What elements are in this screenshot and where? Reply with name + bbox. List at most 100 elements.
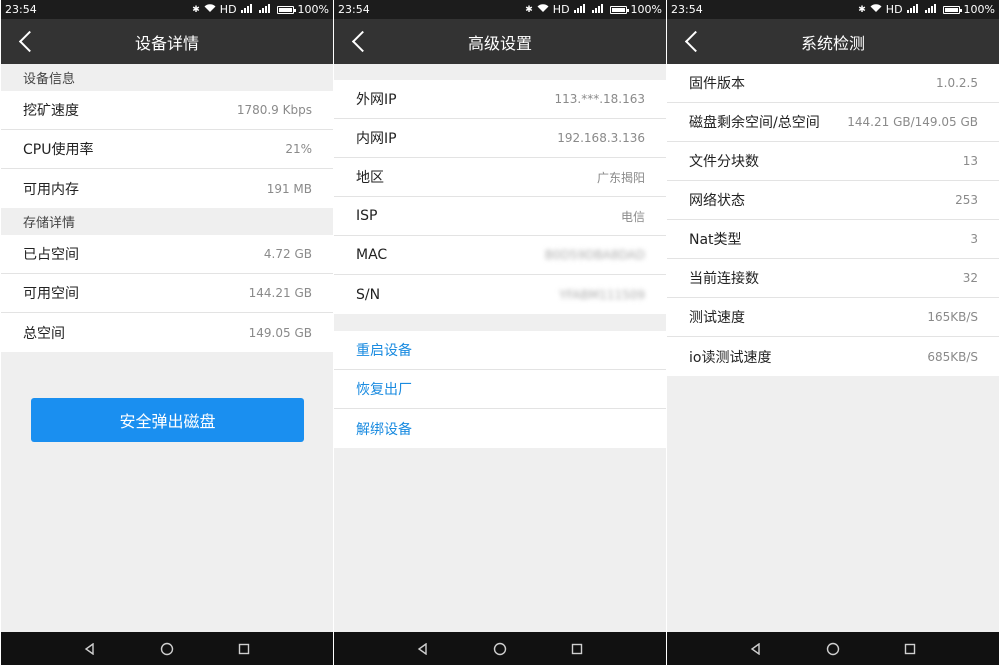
row-label: 总空间 — [23, 325, 65, 342]
section-header: 存储详情 — [1, 208, 333, 235]
unbind-device-button[interactable]: 解绑设备 — [334, 409, 666, 448]
back-arrow-icon[interactable] — [15, 29, 39, 53]
back-arrow-icon[interactable] — [348, 29, 372, 53]
row-value: 1.0.2.5 — [936, 76, 978, 90]
reboot-device-button[interactable]: 重启设备 — [334, 331, 666, 370]
row-value: 144.21 GB/149.05 GB — [847, 115, 978, 129]
battery-level: 100% — [630, 3, 662, 16]
network-info-list: 外网IP 113.***.18.163 内网IP 192.168.3.136 地… — [334, 80, 666, 314]
nav-home-icon[interactable] — [818, 637, 848, 661]
list-item: 磁盘剩余空间/总空间 144.21 GB/149.05 GB — [667, 103, 999, 142]
status-bar: 23:54 ✱ HD 100% — [667, 0, 999, 19]
list-item: S/N YFABM111509 — [334, 275, 666, 314]
nav-bar — [1, 632, 333, 665]
row-value: 144.21 GB — [248, 286, 312, 300]
nav-recent-icon[interactable] — [895, 637, 925, 661]
list-item: 已占空间 4.72 GB — [1, 235, 333, 274]
battery-level: 100% — [963, 3, 995, 16]
nav-home-icon[interactable] — [485, 637, 515, 661]
row-label: S/N — [356, 286, 381, 303]
row-value: 192.168.3.136 — [557, 131, 645, 145]
system-check-list: 固件版本 1.0.2.5 磁盘剩余空间/总空间 144.21 GB/149.05… — [667, 64, 999, 376]
signal-icon — [924, 3, 939, 16]
list-item: 挖矿速度 1780.9 Kbps — [1, 91, 333, 130]
eject-disk-button[interactable]: 安全弹出磁盘 — [31, 398, 304, 442]
signal-text: HD — [885, 3, 903, 16]
row-value: 253 — [955, 193, 978, 207]
row-value: B0D59DBA8DAD — [544, 248, 645, 262]
row-value: 电信 — [620, 209, 645, 224]
app-bar: 设备详情 — [1, 19, 333, 64]
nav-bar — [334, 632, 666, 665]
signal-icon — [240, 3, 255, 16]
status-time: 23:54 — [5, 3, 37, 16]
nav-back-icon[interactable] — [75, 637, 105, 661]
row-value: 685KB/S — [927, 349, 978, 364]
list-item: 地区 广东揭阳 — [334, 158, 666, 197]
row-value: 13 — [962, 154, 978, 168]
row-label: 当前连接数 — [689, 271, 759, 287]
row-label: 地区 — [356, 170, 384, 186]
battery-icon — [942, 5, 962, 14]
list-item: 可用空间 144.21 GB — [1, 274, 333, 313]
page-title: 设备详情 — [134, 33, 199, 53]
row-value: 32 — [962, 271, 978, 285]
list-item: 当前连接数 32 — [667, 259, 999, 298]
row-label: 磁盘剩余空间/总空间 — [689, 115, 820, 131]
row-label: 内网IP — [356, 131, 397, 147]
bluetooth-icon: ✱ — [858, 4, 866, 15]
row-value: 149.05 GB — [248, 325, 312, 340]
row-value: 21% — [285, 142, 312, 156]
list-item: 固件版本 1.0.2.5 — [667, 64, 999, 103]
signal-icon — [258, 3, 273, 16]
app-bar: 系统检测 — [667, 19, 999, 64]
nav-bar — [667, 632, 999, 665]
row-label: 已占空间 — [23, 247, 79, 263]
page-title: 系统检测 — [800, 33, 865, 53]
nav-recent-icon[interactable] — [562, 637, 592, 661]
back-arrow-icon[interactable] — [681, 29, 705, 53]
row-label: 固件版本 — [689, 76, 745, 92]
list-item: CPU使用率 21% — [1, 130, 333, 169]
factory-reset-button[interactable]: 恢复出厂 — [334, 370, 666, 409]
row-value: 191 MB — [266, 181, 312, 196]
status-time: 23:54 — [338, 3, 370, 16]
section-header: 设备信息 — [1, 64, 333, 91]
row-label: Nat类型 — [689, 232, 742, 248]
row-value: 113.***.18.163 — [554, 92, 645, 106]
row-label: CPU使用率 — [23, 142, 94, 158]
row-label: 挖矿速度 — [23, 103, 79, 119]
row-label: 可用内存 — [23, 181, 79, 198]
status-bar: 23:54 ✱ HD 100% — [1, 0, 333, 19]
list-item: 可用内存 191 MB — [1, 169, 333, 208]
row-value: 广东揭阳 — [596, 170, 645, 185]
status-time: 23:54 — [671, 3, 703, 16]
row-value: YFABM111509 — [559, 287, 645, 302]
row-label: io读测试速度 — [689, 349, 772, 366]
status-bar: 23:54 ✱ HD 100% — [334, 0, 666, 19]
row-label: 文件分块数 — [689, 154, 759, 170]
list-item: MAC B0D59DBA8DAD — [334, 236, 666, 275]
wifi-icon — [870, 3, 882, 16]
list-item: 网络状态 253 — [667, 181, 999, 220]
bluetooth-icon: ✱ — [525, 4, 533, 15]
list-item: 测试速度 165KB/S — [667, 298, 999, 337]
screen-device-details: 23:54 ✱ HD 100% 设备详情 设备信息 挖矿速度 1780.9 Kb… — [1, 0, 333, 665]
battery-level: 100% — [297, 3, 329, 16]
screen-system-check: 23:54 ✱ HD 100% 系统检测 固件版本 1.0.2.5 磁盘剩余空间… — [667, 0, 999, 665]
row-label: 测试速度 — [689, 310, 745, 326]
list-item: ISP 电信 — [334, 197, 666, 236]
wifi-icon — [204, 3, 216, 16]
signal-text: HD — [552, 3, 570, 16]
nav-back-icon[interactable] — [741, 637, 771, 661]
list-item: io读测试速度 685KB/S — [667, 337, 999, 376]
nav-recent-icon[interactable] — [229, 637, 259, 661]
nav-back-icon[interactable] — [408, 637, 438, 661]
list-item: 外网IP 113.***.18.163 — [334, 80, 666, 119]
battery-icon — [609, 5, 629, 14]
page-title: 高级设置 — [467, 33, 532, 53]
device-actions-list: 重启设备 恢复出厂 解绑设备 — [334, 331, 666, 448]
nav-home-icon[interactable] — [152, 637, 182, 661]
wifi-icon — [537, 3, 549, 16]
storage-list: 已占空间 4.72 GB 可用空间 144.21 GB 总空间 149.05 G… — [1, 235, 333, 352]
